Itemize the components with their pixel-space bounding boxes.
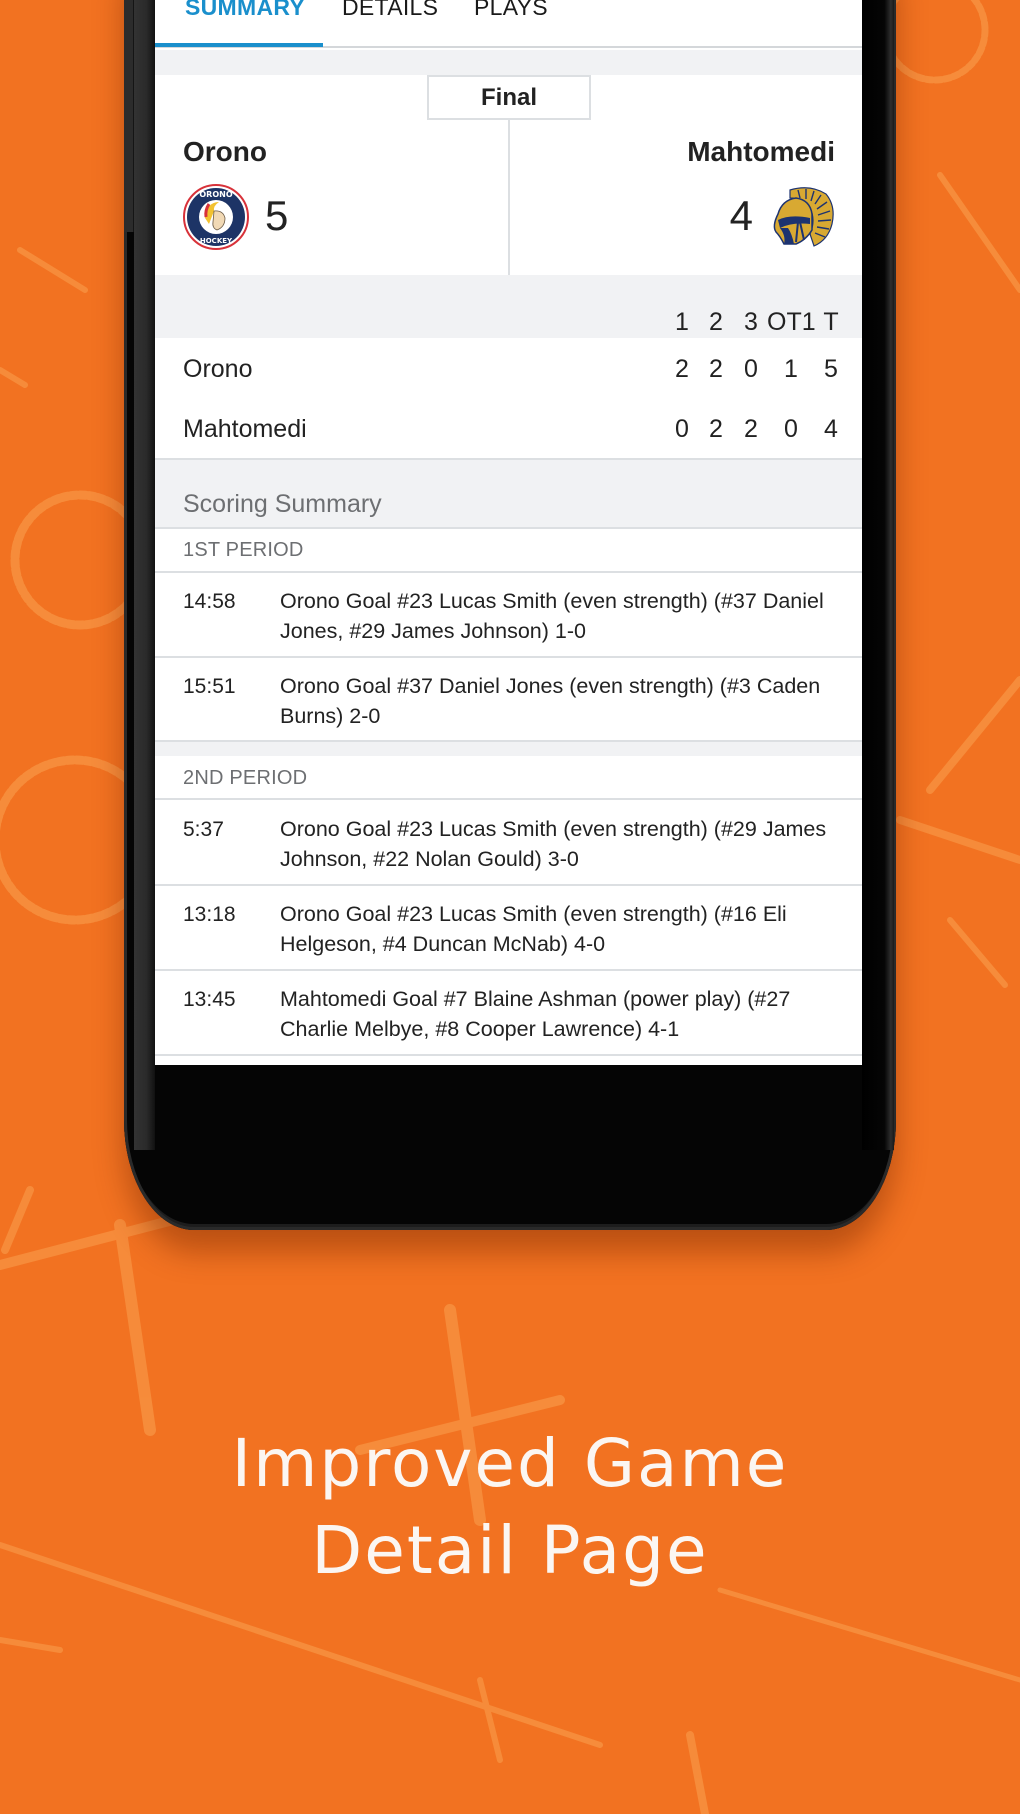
svg-text:HOCKEY: HOCKEY <box>200 237 233 245</box>
chalk-line-mark <box>0 1637 63 1653</box>
linescore-team: Mahtomedi <box>183 415 307 443</box>
scoring-summary-title: Scoring Summary <box>183 490 382 518</box>
divider <box>155 884 862 886</box>
goal-time: 14:58 <box>183 590 236 613</box>
linescore-team: Orono <box>183 355 253 383</box>
linescore-cell: 5 <box>824 355 838 383</box>
divider <box>155 798 862 800</box>
away-team-score: 4 <box>729 192 753 239</box>
promo-headline-line2: Detail Page <box>311 1512 709 1589</box>
team-divider <box>508 120 510 275</box>
linescore-header: 3 <box>744 308 758 336</box>
tab-details[interactable]: DETAILS <box>342 0 438 21</box>
goal-time: 15:51 <box>183 675 236 698</box>
chalk-o-mark <box>881 0 989 84</box>
goal-time: 5:37 <box>183 818 224 841</box>
goal-time: 13:45 <box>183 988 236 1011</box>
linescore-cell: 0 <box>744 355 758 383</box>
linescore-header: 2 <box>709 308 723 336</box>
phone-bezel-right <box>862 0 894 1150</box>
phone-side-button <box>124 0 134 232</box>
divider <box>155 527 862 529</box>
goal-description: Orono Goal #23 Lucas Smith (even strengt… <box>280 817 827 871</box>
divider <box>155 656 862 658</box>
chalk-line-mark <box>947 917 1008 988</box>
goal-description: Orono Goal #37 Daniel Jones (even streng… <box>280 674 821 728</box>
promo-headline-line1: Improved Game <box>231 1425 789 1502</box>
divider <box>155 1054 862 1056</box>
tab-summary[interactable]: SUMMARY <box>185 0 305 21</box>
goal-description: Orono Goal #23 Lucas Smith (even strengt… <box>280 902 787 956</box>
chalk-line-mark <box>17 247 88 293</box>
linescore-cell: 2 <box>709 355 723 383</box>
phone-bezel-left <box>134 0 155 1150</box>
linescore-cell: 4 <box>824 415 838 443</box>
chalk-line-mark <box>0 367 28 388</box>
goal-description: Mahtomedi Goal #7 Blaine Ashman (power p… <box>280 987 791 1041</box>
period-label: 1ST PERIOD <box>183 539 304 561</box>
chalk-line-mark <box>686 1731 709 1814</box>
app-screen: SUMMARY DETAILS PLAYS Final Orono Mahtom… <box>155 0 862 1065</box>
mahtomedi-spartan-logo-icon[interactable] <box>770 184 836 250</box>
linescore-cell: 0 <box>784 415 798 443</box>
away-team-name[interactable]: Mahtomedi <box>687 136 835 168</box>
svg-text:ORONO: ORONO <box>199 190 232 199</box>
divider <box>155 571 862 573</box>
tab-plays[interactable]: PLAYS <box>474 0 548 21</box>
chalk-line-mark <box>937 172 1020 293</box>
divider <box>155 969 862 971</box>
chalk-line-mark <box>717 1587 1020 1683</box>
linescore-cell: 2 <box>744 415 758 443</box>
home-team-name[interactable]: Orono <box>183 136 267 168</box>
header-spacer <box>155 50 862 75</box>
linescore-cell: 2 <box>709 415 723 443</box>
game-status-badge: Final <box>427 75 591 120</box>
orono-hockey-logo-icon[interactable]: ORONO HOCKEY <box>183 184 249 250</box>
tab-bar: SUMMARY DETAILS PLAYS <box>155 0 862 48</box>
period-label: 2ND PERIOD <box>183 767 308 789</box>
chalk-x-mark <box>114 1219 156 1436</box>
period-gap <box>155 742 862 756</box>
chalk-x-mark <box>926 676 1020 794</box>
chalk-line-mark <box>477 1677 503 1763</box>
goal-description: Orono Goal #23 Lucas Smith (even strengt… <box>280 589 824 643</box>
linescore-header: T <box>823 308 839 336</box>
linescore-header: OT1 <box>767 308 816 336</box>
chalk-x-mark <box>896 816 1020 864</box>
home-team-score: 5 <box>265 192 289 239</box>
linescore-cell: 1 <box>784 355 798 383</box>
chalk-line-mark <box>1 1186 34 1254</box>
goal-time: 13:18 <box>183 903 236 926</box>
active-tab-indicator <box>155 43 323 47</box>
